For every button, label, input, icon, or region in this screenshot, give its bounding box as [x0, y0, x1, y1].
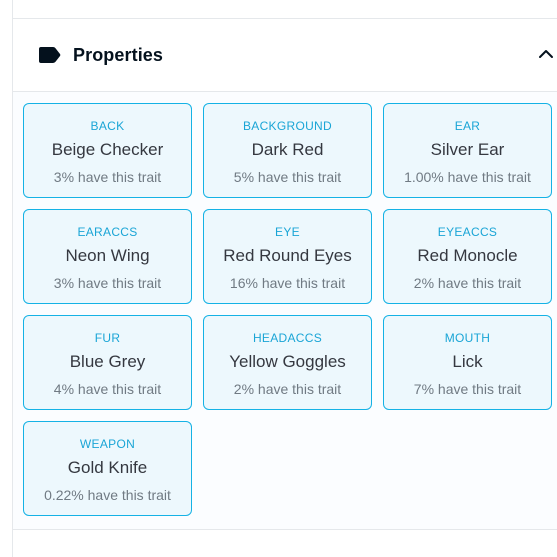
trait-value: Yellow Goggles — [229, 352, 346, 371]
trait-type: EYE — [275, 225, 300, 239]
trait-type: BACKGROUND — [242, 119, 332, 133]
trait-rarity: 0.22% have this trait — [44, 487, 171, 503]
trait-value: Lick — [452, 352, 483, 371]
trait-rarity: 2% have this trait — [413, 275, 522, 291]
trait-value: Beige Checker — [51, 140, 164, 159]
properties-section-header[interactable]: Properties — [13, 19, 557, 92]
tag-icon — [37, 47, 61, 63]
trait-card[interactable]: EARACCS Neon Wing 3% have this trait — [23, 209, 192, 304]
trait-rarity: 1.00% have this trait — [404, 169, 531, 185]
trait-value: Blue Grey — [69, 352, 146, 371]
properties-panel: Properties BACK Beige Checker 3% have th… — [0, 0, 557, 557]
trait-value: Gold Knife — [67, 458, 148, 477]
section-title: Properties — [73, 44, 164, 65]
trait-rarity: 16% have this trait — [229, 275, 346, 291]
trait-value: Dark Red — [251, 140, 324, 159]
trait-rarity: 3% have this trait — [53, 169, 162, 185]
traits-grid: BACK Beige Checker 3% have this trait BA… — [23, 103, 552, 516]
trait-card[interactable]: EAR Silver Ear 1.00% have this trait — [383, 103, 552, 198]
trait-rarity: 3% have this trait — [53, 275, 162, 291]
trait-rarity: 4% have this trait — [53, 381, 162, 397]
trait-rarity: 7% have this trait — [413, 381, 522, 397]
trait-card[interactable]: HEADACCS Yellow Goggles 2% have this tra… — [203, 315, 372, 410]
trait-type: HEADACCS — [252, 331, 323, 345]
trait-card[interactable]: EYE Red Round Eyes 16% have this trait — [203, 209, 372, 304]
trait-card[interactable]: BACK Beige Checker 3% have this trait — [23, 103, 192, 198]
trait-card[interactable]: MOUTH Lick 7% have this trait — [383, 315, 552, 410]
trait-rarity: 2% have this trait — [233, 381, 342, 397]
trait-card[interactable]: FUR Blue Grey 4% have this trait — [23, 315, 192, 410]
trait-value: Red Round Eyes — [223, 246, 352, 265]
trait-type: EARACCS — [77, 225, 138, 239]
trait-value: Neon Wing — [65, 246, 150, 265]
trait-type: WEAPON — [79, 437, 136, 451]
trait-card[interactable]: WEAPON Gold Knife 0.22% have this trait — [23, 421, 192, 516]
bottom-divider — [12, 529, 557, 530]
trait-type: EAR — [454, 119, 481, 133]
trait-value: Silver Ear — [430, 140, 505, 159]
trait-card[interactable]: BACKGROUND Dark Red 5% have this trait — [203, 103, 372, 198]
trait-type: MOUTH — [444, 331, 491, 345]
trait-card[interactable]: EYEACCS Red Monocle 2% have this trait — [383, 209, 552, 304]
chevron-up-icon[interactable] — [537, 45, 555, 63]
trait-type: FUR — [94, 331, 121, 345]
trait-type: BACK — [90, 119, 125, 133]
trait-type: EYEACCS — [437, 225, 498, 239]
trait-value: Red Monocle — [417, 246, 518, 265]
trait-rarity: 5% have this trait — [233, 169, 342, 185]
